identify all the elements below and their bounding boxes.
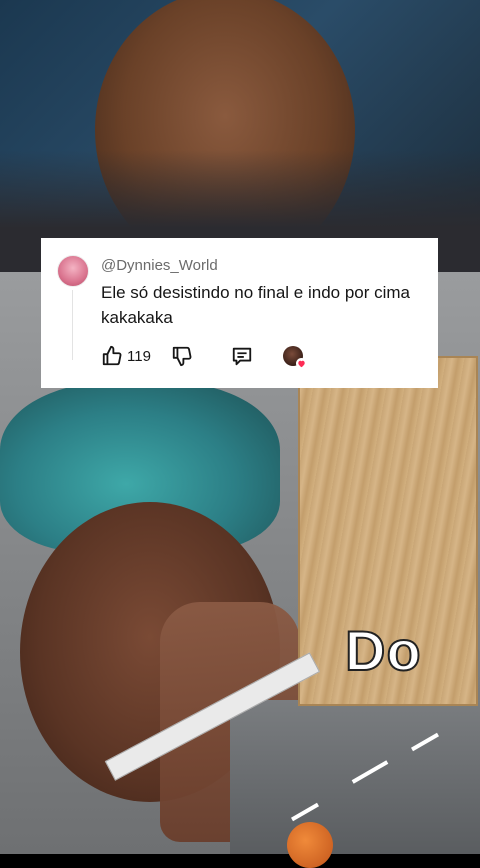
comment-actions: 119 bbox=[101, 344, 307, 369]
like-button[interactable]: 119 bbox=[101, 345, 151, 367]
creator-liked-avatar bbox=[282, 346, 307, 369]
heart-icon bbox=[295, 358, 307, 369]
reply-button[interactable] bbox=[231, 345, 253, 367]
commenter-username[interactable]: @Dynnies_World bbox=[101, 257, 218, 274]
reply-icon bbox=[232, 347, 252, 366]
lane-marking bbox=[411, 732, 439, 752]
creator-liked-indicator bbox=[282, 346, 307, 369]
road bbox=[230, 700, 480, 854]
comment-reply-card[interactable]: @Dynnies_World Ele só desistindo no fina… bbox=[41, 238, 438, 388]
lane-marking bbox=[351, 760, 389, 784]
comment-text: Ele só desistindo no final e indo por ci… bbox=[101, 283, 411, 327]
like-icon bbox=[102, 345, 122, 366]
dislike-icon bbox=[172, 346, 192, 367]
board-label: Do bbox=[344, 618, 422, 683]
orange-ball bbox=[287, 822, 333, 868]
dislike-button[interactable] bbox=[171, 345, 193, 367]
like-count: 119 bbox=[127, 347, 151, 365]
commenter-avatar[interactable] bbox=[57, 255, 89, 287]
top-video bbox=[0, 0, 480, 272]
thread-line bbox=[72, 290, 73, 360]
lane-marking bbox=[291, 802, 319, 822]
